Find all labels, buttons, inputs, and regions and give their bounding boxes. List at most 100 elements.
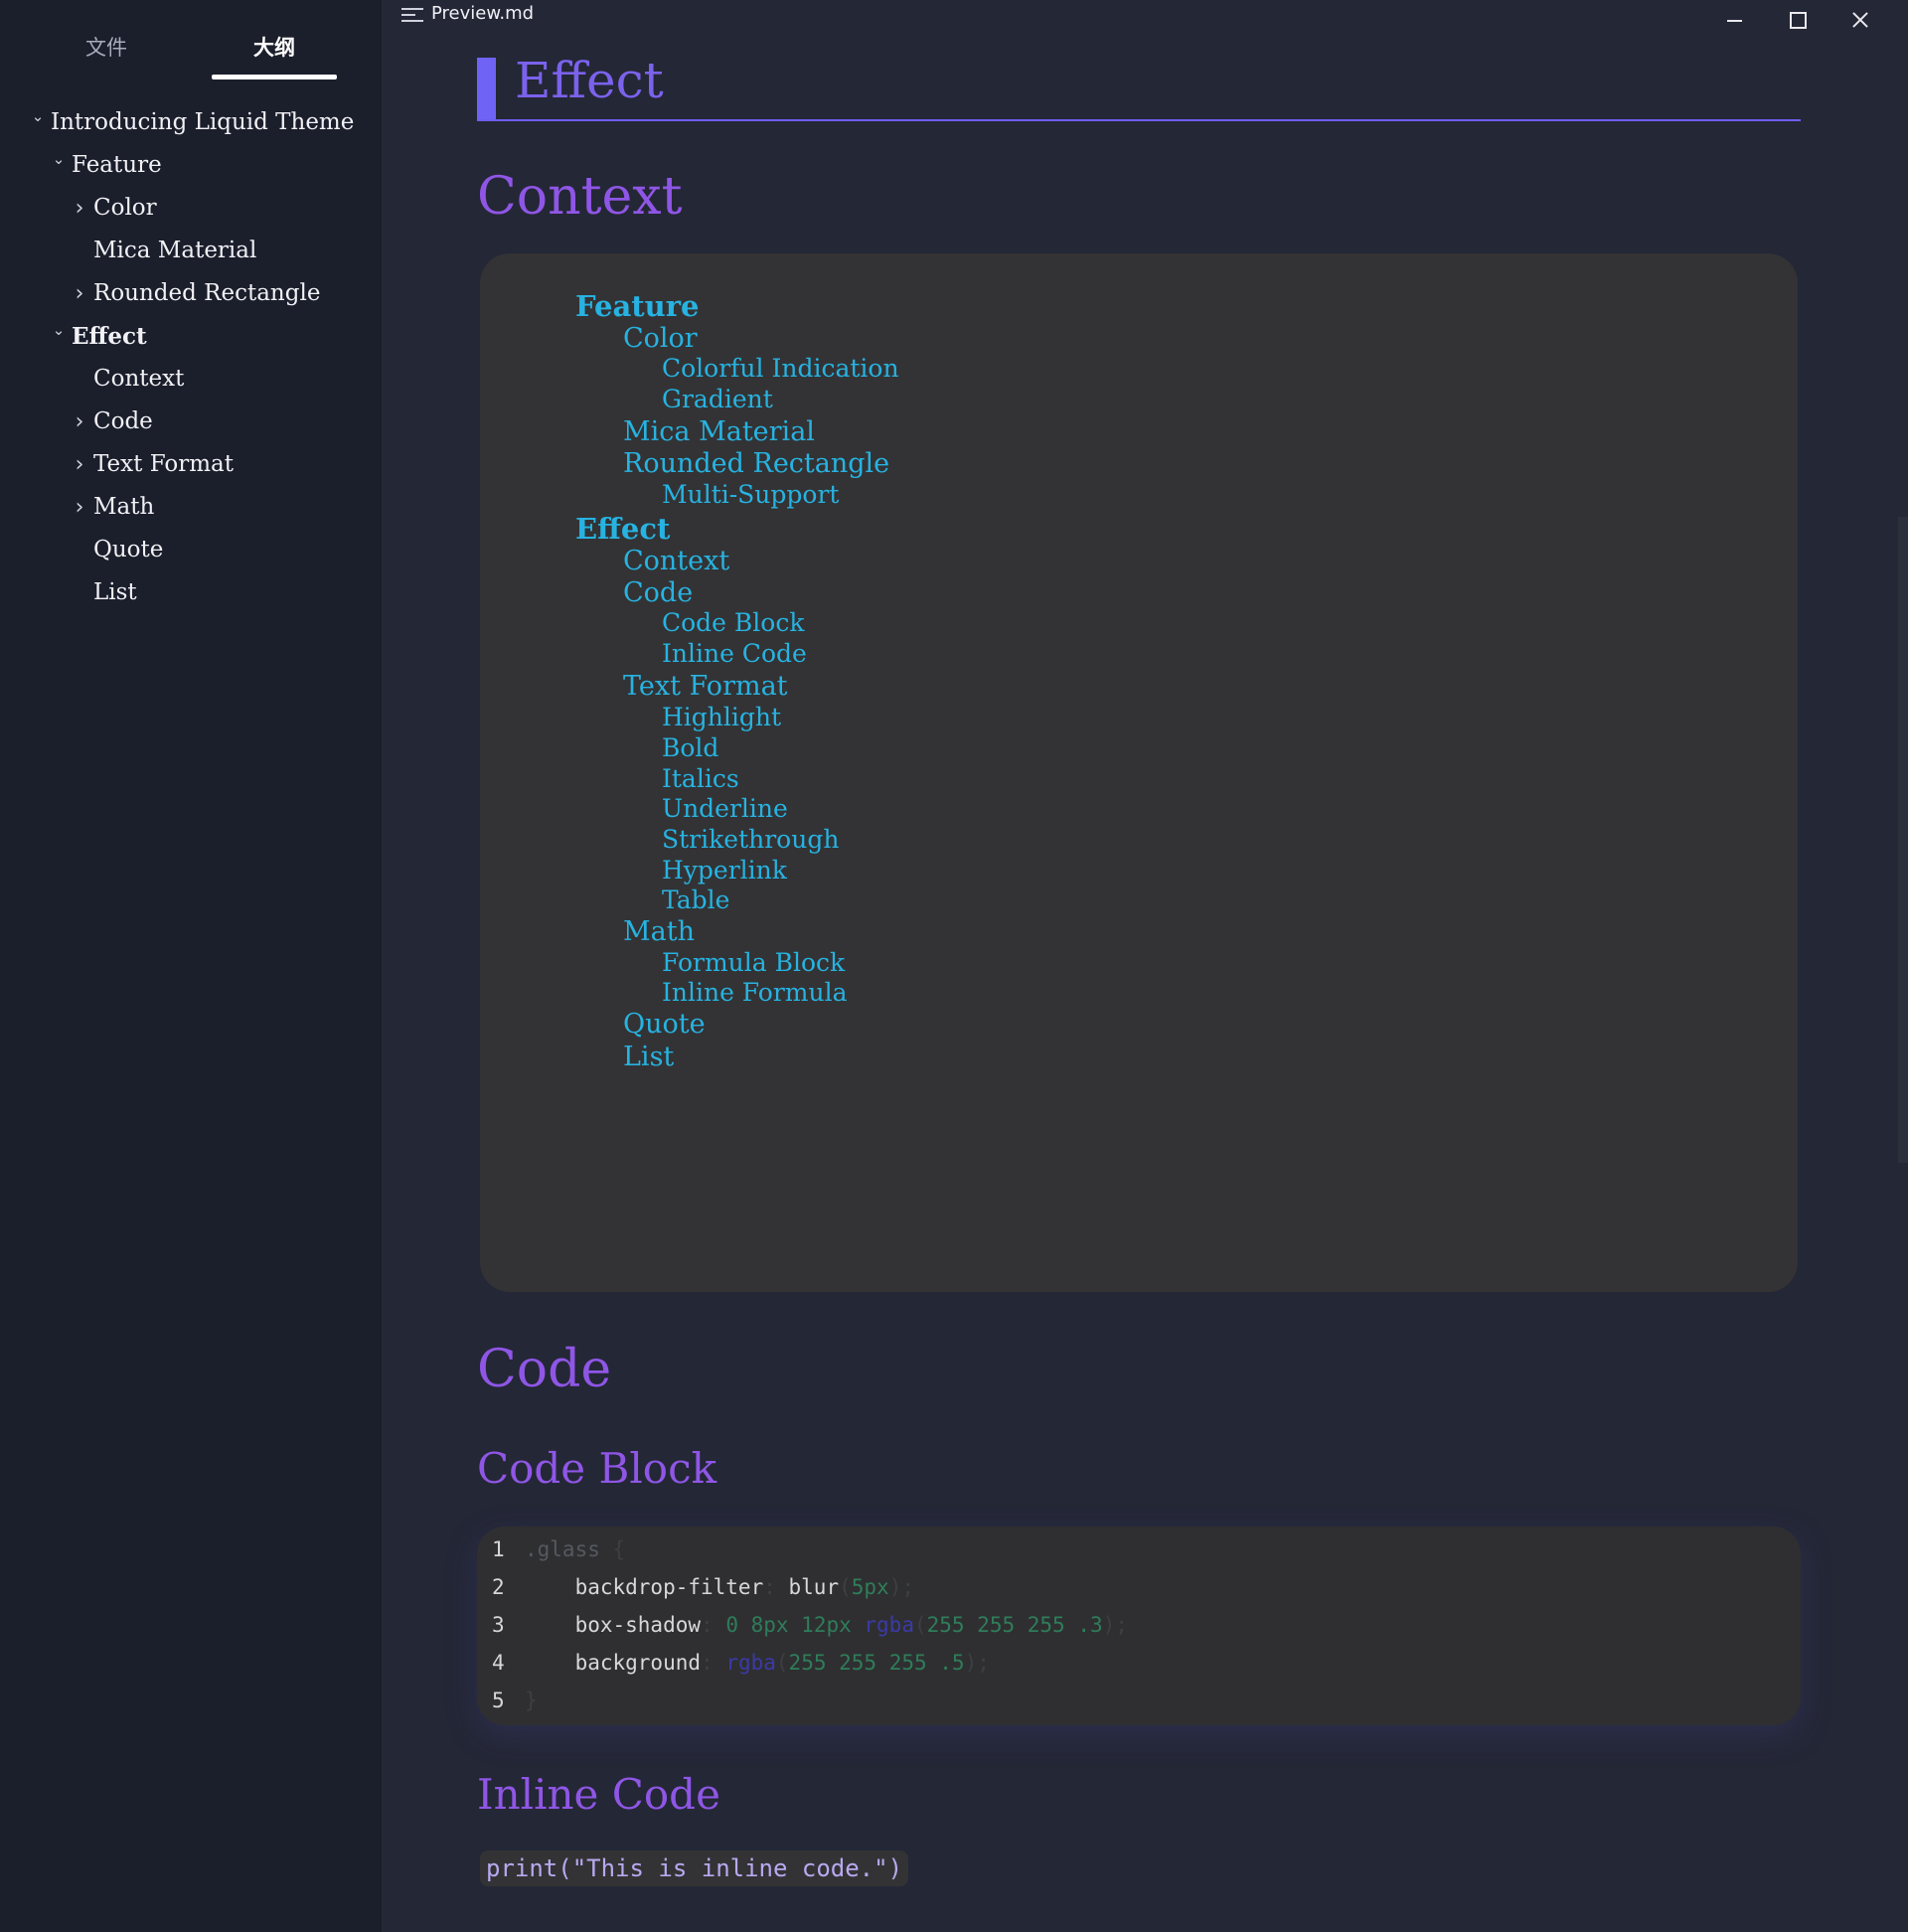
toc-link[interactable]: Context [623, 546, 729, 576]
toc-link[interactable]: Multi-Support [662, 480, 839, 509]
outline-item[interactable]: › Color [0, 187, 382, 230]
heading-code: Code [477, 1340, 612, 1399]
code-token: backdrop-filter [525, 1575, 764, 1599]
code-token: ); [888, 1575, 914, 1599]
outline-item-label: Mica Material [93, 238, 257, 263]
menu-lines-icon[interactable] [401, 8, 423, 26]
code-token: ( [775, 1651, 789, 1675]
toc-link[interactable]: Code [623, 577, 693, 608]
heading-context: Context [477, 167, 683, 227]
code-token: ); [964, 1651, 990, 1675]
toc-link[interactable]: Color [623, 323, 698, 354]
outline-item-label: Math [93, 494, 155, 520]
code-token: 255 255 255 .5 [788, 1651, 965, 1675]
outline-item[interactable]: › Math [0, 486, 382, 529]
outline-item-label: Code [93, 408, 153, 434]
code-token: } [525, 1689, 538, 1712]
toc-link[interactable]: Code Block [662, 608, 805, 637]
toc-link[interactable]: List [623, 1042, 674, 1072]
line-number: 5 [492, 1689, 505, 1712]
toc-link[interactable]: Quote [623, 1009, 706, 1040]
toc-link[interactable]: Hyperlink [662, 856, 787, 885]
code-token: 5px [851, 1575, 889, 1599]
outline-item[interactable]: ⌄ Feature [0, 144, 382, 187]
toc-link[interactable]: Rounded Rectangle [623, 448, 889, 479]
minimize-icon [1727, 20, 1742, 22]
toc-link[interactable]: Math [623, 916, 695, 947]
toc-link[interactable]: Formula Block [662, 948, 845, 977]
chevron-down-icon[interactable]: ⌄ [51, 315, 67, 345]
chevron-down-icon[interactable]: ⌄ [51, 144, 67, 174]
line-number: 1 [492, 1537, 505, 1561]
outline-item[interactable]: › Text Format [0, 443, 382, 486]
toc-link[interactable]: Highlight [662, 703, 781, 731]
table-of-contents: Feature Color Colorful Indication Gradient M… [480, 253, 1798, 1292]
code-text: } [525, 1682, 538, 1719]
toc-link[interactable]: Inline Code [662, 639, 807, 668]
chevron-right-icon[interactable]: › [72, 187, 87, 230]
tab-outline[interactable]: 大纲 [212, 30, 337, 80]
toc-link[interactable]: Mica Material [623, 416, 815, 447]
chevron-right-icon[interactable]: › [72, 486, 87, 529]
line-number: 3 [492, 1613, 505, 1637]
toc-link[interactable]: Table [662, 886, 729, 914]
outline-item[interactable]: Mica Material [0, 230, 382, 272]
outline-item-label: Quote [93, 537, 164, 563]
code-token: : [763, 1575, 789, 1599]
code-text: background: rgba(255 255 255 .5); [525, 1644, 990, 1682]
sidebar: 文件 大纲 ⌄ Introducing Liquid Theme ⌄ Feature ›… [0, 0, 382, 1932]
chevron-right-icon[interactable]: › [72, 272, 87, 315]
toc-link[interactable]: Underline [662, 794, 788, 823]
outline-item-label: List [93, 579, 137, 605]
code-token: : [701, 1651, 726, 1675]
code-text: .glass { [525, 1530, 625, 1568]
code-token: ( [839, 1575, 852, 1599]
code-token: ( [913, 1613, 927, 1637]
toc-link[interactable]: Colorful Indication [662, 354, 899, 383]
code-block[interactable]: 1 .glass {2 backdrop-filter: blur(5px); 3 … [477, 1527, 1801, 1725]
code-token: : [701, 1613, 726, 1637]
toc-link[interactable]: Gradient [662, 385, 773, 413]
sidebar-tabs: 文件 大纲 [0, 30, 382, 80]
outline-item[interactable]: ⌄ Effect [0, 315, 382, 358]
toc-link[interactable]: Bold [662, 733, 718, 762]
chevron-down-icon[interactable]: ⌄ [30, 101, 46, 131]
toc-link[interactable]: Feature [575, 289, 699, 323]
vertical-scrollbar[interactable] [1898, 517, 1908, 1163]
close-button[interactable] [1828, 0, 1890, 40]
outline-item-label: Text Format [93, 451, 234, 477]
outline-item-label: Rounded Rectangle [93, 280, 321, 306]
outline-item-label: Feature [72, 152, 162, 178]
line-number: 4 [492, 1651, 505, 1675]
toc-link[interactable]: Inline Formula [662, 978, 848, 1007]
outline-item[interactable]: › Rounded Rectangle [0, 272, 382, 315]
code-text: backdrop-filter: blur(5px); [525, 1568, 914, 1606]
heading-effect: Effect [515, 52, 664, 109]
toc-link[interactable]: Strikethrough [662, 825, 839, 854]
chevron-right-icon[interactable]: › [72, 401, 87, 443]
code-token: rgba [864, 1613, 914, 1637]
code-token: ); [1102, 1613, 1128, 1637]
code-token: 0 8px 12px [725, 1613, 865, 1637]
code-token: box-shadow [525, 1613, 702, 1637]
heading-code-block: Code Block [477, 1444, 717, 1493]
toc-link[interactable]: Effect [575, 512, 670, 546]
minimize-button[interactable] [1703, 0, 1765, 40]
outline-item[interactable]: ⌄ Introducing Liquid Theme [0, 101, 382, 144]
heading-accent-bar [477, 58, 496, 119]
chevron-right-icon[interactable]: › [72, 443, 87, 486]
outline-item-label: Context [93, 366, 185, 392]
outline-item[interactable]: List [0, 571, 382, 614]
outline-item-label: Introducing Liquid Theme [51, 109, 355, 135]
outline-item[interactable]: Quote [0, 529, 382, 571]
outline-item[interactable]: Context [0, 358, 382, 401]
maximize-button[interactable] [1766, 0, 1828, 40]
inline-code[interactable]: print("This is inline code.") [480, 1851, 909, 1886]
tab-files[interactable]: 文件 [44, 30, 169, 78]
code-token: 255 255 255 .3 [926, 1613, 1103, 1637]
maximize-icon [1790, 12, 1807, 29]
toc-link[interactable]: Text Format [623, 671, 788, 702]
outline-item[interactable]: › Code [0, 401, 382, 443]
toc-link[interactable]: Italics [662, 764, 739, 793]
code-text: box-shadow: 0 8px 12px rgba(255 255 255 … [525, 1606, 1128, 1644]
